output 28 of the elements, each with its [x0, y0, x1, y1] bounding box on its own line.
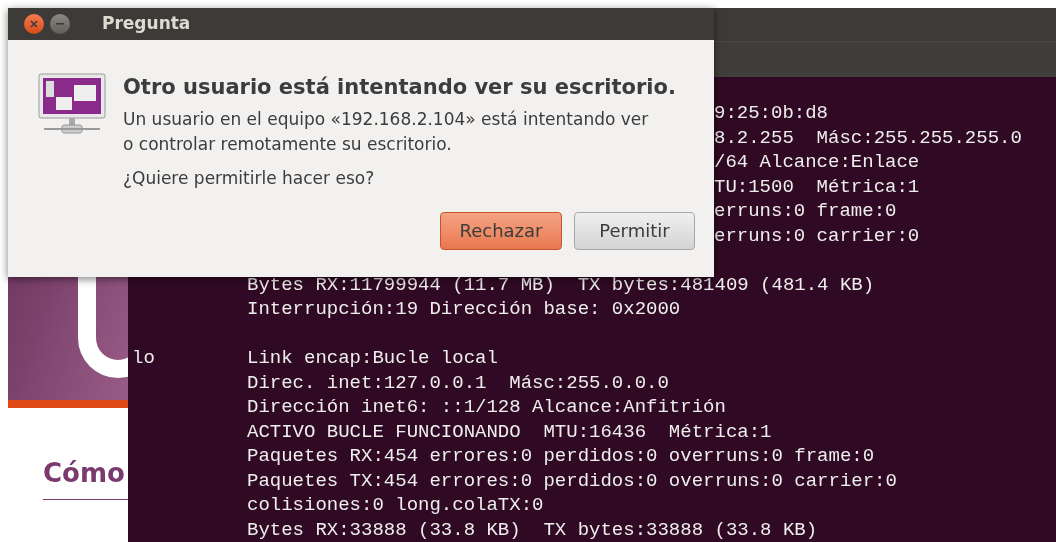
- terminal-line: Bytes RX:11799944 (11.7 MB) TX bytes:481409 (481.4 KB): [247, 272, 875, 297]
- terminal-line: 9:25:0b:d8: [714, 102, 829, 124]
- terminal-line: 8.2.255 Másc:255.255.255.0: [714, 126, 1022, 149]
- minimize-button[interactable]: [50, 14, 70, 34]
- close-icon: [30, 20, 38, 28]
- terminal-line: /64 Alcance:Enlace: [714, 151, 920, 173]
- dialog-button[interactable]: Rechazar: [440, 211, 562, 250]
- terminal-line: colisiones:0 long.colaTX:0: [247, 493, 544, 518]
- window-title: Pregunta: [102, 12, 191, 36]
- terminal-line: erruns:0 carrier:0: [714, 224, 920, 247]
- dialog-message: Un usuario en el equipo «192.168.2.104» está intentando ver o controlar remotamente su escritorio.: [123, 108, 650, 156]
- dialog-question: ¿Quiere permitirle hacer eso?: [123, 167, 376, 190]
- dialog-heading: Otro usuario está intentando ver su escritorio.: [123, 74, 676, 101]
- terminal-line: Paquetes RX:454 errores:0 perdidos:0 overruns:0 frame:0: [247, 444, 875, 469]
- terminal-line: TU:1500 Métrica:1: [714, 175, 920, 198]
- minimize-icon: [56, 23, 64, 25]
- terminal-line: erruns:0 frame:0: [714, 200, 897, 222]
- close-button[interactable]: [24, 14, 44, 34]
- interface-name: lo: [132, 347, 155, 369]
- remote-desktop-icon: [38, 73, 106, 137]
- terminal-line: ACTIVO BUCLE FUNCIONANDO MTU:16436 Métrica:1: [247, 419, 772, 444]
- terminal-line: Paquetes TX:454 errores:0 perdidos:0 overruns:0 carrier:0: [247, 468, 897, 493]
- terminal-line: Dirección inet6: ::1/128 Alcance:Anfitrión: [247, 395, 726, 420]
- terminal-line: Bytes RX:33888 (33.8 KB) TX bytes:33888 (33.8 KB): [247, 517, 818, 542]
- dialog-button[interactable]: Permitir: [574, 211, 695, 250]
- terminal-line: Direc. inet:127.0.0.1 Másc:255.0.0.0: [247, 370, 669, 395]
- terminal-line: Interrupción:19 Dirección base: 0x2000: [247, 297, 681, 322]
- terminal-line: Link encap:Bucle local: [247, 346, 498, 371]
